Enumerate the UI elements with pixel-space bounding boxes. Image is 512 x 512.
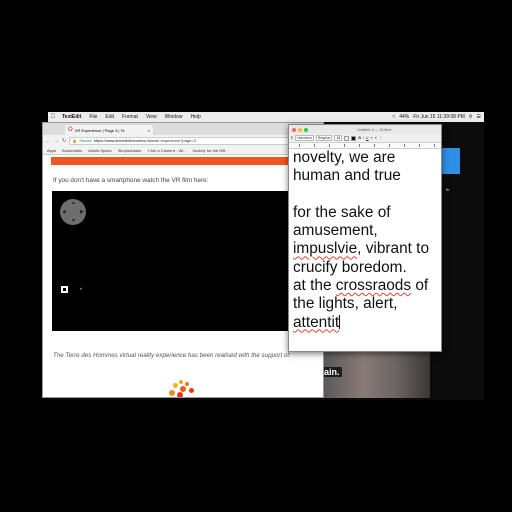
text-line-misspelled: impuslvie, vibrant to [293, 240, 430, 258]
tab-title: VR Experience | Page 3 | Te [74, 127, 125, 133]
spotlight-icon[interactable]: ⚲ [469, 114, 473, 120]
menu-app-name[interactable]: TextEdit [58, 114, 85, 120]
bookmark-apps[interactable]: Apps [47, 148, 56, 153]
menu-clock[interactable]: Fri Jun 15 11:39:08 PM [413, 114, 465, 120]
text-line-misspelled: attentit [293, 314, 439, 332]
menu-window[interactable]: Window [161, 114, 187, 120]
url-path: /actie-experience?page=3 [149, 138, 196, 143]
bookmark-simpleaddon[interactable]: SimpleAddon [118, 148, 142, 153]
text-cursor [339, 314, 341, 329]
address-bar[interactable]: 🔒 Secure https://www.terredeshommes.nl/a… [69, 136, 313, 145]
notification-center-icon[interactable]: ☰ [477, 114, 481, 120]
italic-icon[interactable]: I [363, 136, 364, 140]
menu-edit[interactable]: Edit [101, 114, 118, 120]
menu-view[interactable]: View [142, 114, 161, 120]
misspelled-word[interactable]: impuslvie [293, 240, 357, 257]
battery-percent[interactable]: 44% [399, 114, 409, 120]
browser-toolbar: ← → ↻ 🔒 Secure https://www.terredeshomme… [43, 135, 323, 146]
minimize-window-icon[interactable] [298, 127, 302, 132]
support-text: The Terre des Hommes virtual reality exp… [53, 352, 291, 359]
bookmark-society[interactable]: Society for the Diff... [193, 148, 229, 153]
wifi-icon[interactable]: ≈ [392, 114, 395, 120]
paragraph-style-icon[interactable]: ¶ [291, 136, 293, 140]
bookmark-bookmarks[interactable]: Bookmarks [62, 148, 82, 153]
menu-bar:  TextEdit File Edit Format View Window … [48, 112, 484, 122]
vr-video-player[interactable]: ▲ ▼ ◀ ▶ ▸ [52, 191, 297, 331]
menu-status-area: ≈ 44% Fri Jun 15 11:39:08 PM ⚲ ☰ [392, 114, 484, 120]
document-text-area[interactable]: novelty, we are human and true for the s… [289, 149, 441, 351]
favicon-icon: O [68, 127, 73, 133]
browser-window: O VR Experience | Page 3 | Te × ← → ↻ 🔒 … [42, 122, 324, 398]
navigation-dpad-icon[interactable]: ▲ ▼ ◀ ▶ [60, 199, 86, 225]
back-arrow-icon[interactable]: ← [46, 138, 51, 144]
fullscreen-icon[interactable] [61, 286, 68, 293]
secure-label: Secure [79, 138, 92, 143]
misspelled-word[interactable]: attentit [293, 314, 339, 331]
apple-menu-icon[interactable]:  [48, 114, 58, 120]
tab-close-icon[interactable]: × [148, 128, 150, 133]
partner-logo-icon [165, 380, 195, 397]
close-window-icon[interactable] [292, 127, 296, 132]
text-line: the lights, alert, [293, 295, 398, 313]
bold-icon[interactable]: B [358, 136, 361, 140]
forward-arrow-icon[interactable]: → [54, 138, 59, 144]
align-center-icon[interactable]: ≡ [375, 136, 377, 140]
font-size-select[interactable]: 18 [334, 135, 343, 141]
bookmark-artists-space[interactable]: Artists Space [88, 148, 112, 153]
orange-header-bar [51, 157, 291, 165]
zoom-window-icon[interactable] [304, 127, 308, 132]
desktop-side-label: th [446, 187, 450, 192]
web-page: If you don't have a smartphone watch the… [43, 155, 323, 397]
text-line: novelty, we are [293, 149, 396, 166]
url-host: https://www.terredeshommes.nl [93, 138, 150, 143]
bookmarks-bar: Apps Bookmarks Artists Space SimpleAddon… [43, 146, 323, 155]
text-color-swatch[interactable] [344, 135, 350, 141]
url-text: https://www.terredeshommes.nl/actie-expe… [94, 138, 196, 143]
menu-format[interactable]: Format [118, 114, 142, 120]
menu-help[interactable]: Help [186, 114, 204, 120]
text-line: human and true [293, 167, 401, 185]
textedit-window: Untitled 3 — Edited ¶ Helvetica Regular … [288, 124, 442, 352]
document-title: Untitled 3 — Edited [356, 127, 392, 132]
browser-tab[interactable]: O VR Experience | Page 3 | Te × [65, 125, 153, 135]
highlight-color-swatch[interactable] [351, 135, 357, 141]
lock-icon: 🔒 [72, 138, 78, 143]
screen:  TextEdit File Edit Format View Window … [0, 0, 512, 512]
menu-file[interactable]: File [85, 114, 101, 120]
text-line [293, 186, 439, 204]
list-icon[interactable]: ⋮ [379, 136, 383, 140]
video-caption: ain. [322, 367, 342, 377]
text-line-misspelled: at the crossraods of [293, 277, 429, 295]
reload-icon[interactable]: ↻ [62, 138, 66, 144]
format-bar: ¶ Helvetica Regular 18 B I U ≡ ≡ ⋮ [289, 134, 441, 143]
browser-tab-bar: O VR Experience | Page 3 | Te × [43, 123, 323, 135]
vr-intro-text: If you don't have a smartphone watch the… [53, 177, 209, 184]
bookmark-i-am-a-camera[interactable]: 'I Am a Camera - Wi... [148, 148, 187, 153]
text-line: for the sake of [293, 203, 391, 221]
font-weight-select[interactable]: Regular [315, 135, 333, 141]
font-family-select[interactable]: Helvetica [294, 135, 314, 141]
text-line: amusement, [293, 222, 378, 240]
misspelled-word[interactable]: crossraods [336, 277, 411, 294]
align-left-icon[interactable]: ≡ [371, 136, 373, 140]
play-icon[interactable]: ▸ [80, 286, 83, 292]
underline-icon[interactable]: U [366, 136, 369, 140]
text-line: crucify boredom. [293, 258, 407, 276]
textedit-titlebar: Untitled 3 — Edited [289, 125, 441, 134]
